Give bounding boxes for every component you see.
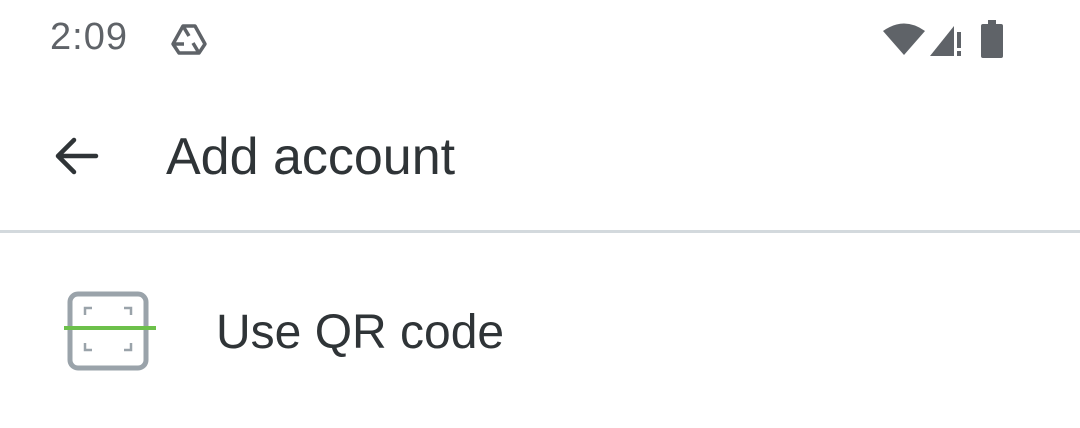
arrow-back-icon	[55, 137, 99, 175]
toolbar: Add account	[0, 84, 1080, 230]
drive-icon	[171, 24, 207, 55]
qr-scan-icon	[64, 291, 156, 371]
battery-icon	[981, 20, 1003, 58]
back-button[interactable]	[40, 120, 112, 192]
wifi-icon	[883, 23, 925, 55]
status-bar: 2:09	[0, 0, 1080, 84]
cell-signal-alert-icon	[930, 26, 961, 56]
option-label: Use QR code	[216, 306, 505, 359]
status-time: 2:09	[50, 16, 128, 58]
use-qr-code-option[interactable]: Use QR code	[0, 233, 1080, 428]
page-title: Add account	[166, 128, 456, 186]
